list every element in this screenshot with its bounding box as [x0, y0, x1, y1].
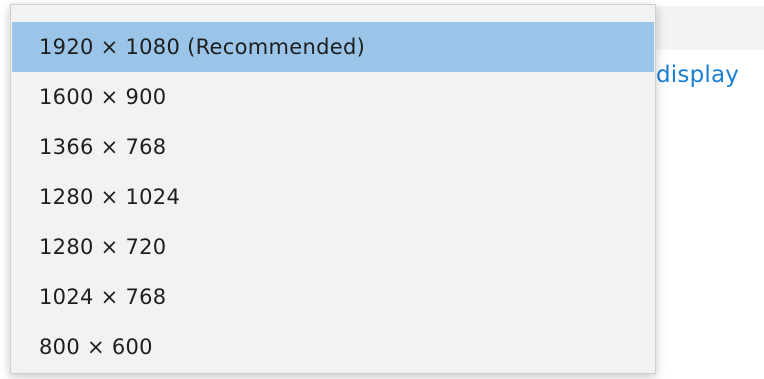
- resolution-option-1280x1024[interactable]: 1280 × 1024: [12, 172, 654, 222]
- resolution-dropdown-list[interactable]: 1920 × 1080 (Recommended) 1600 × 900 136…: [10, 4, 656, 374]
- resolution-option-1024x768[interactable]: 1024 × 768: [12, 272, 654, 322]
- settings-field-strip: [640, 6, 764, 50]
- resolution-option-1280x720[interactable]: 1280 × 720: [12, 222, 654, 272]
- resolution-option-1920x1080[interactable]: 1920 × 1080 (Recommended): [12, 22, 654, 72]
- resolution-option-1366x768[interactable]: 1366 × 768: [12, 122, 654, 172]
- resolution-option-1600x900[interactable]: 1600 × 900: [12, 72, 654, 122]
- resolution-option-800x600[interactable]: 800 × 600: [12, 322, 654, 372]
- display-settings-link[interactable]: display: [656, 62, 739, 88]
